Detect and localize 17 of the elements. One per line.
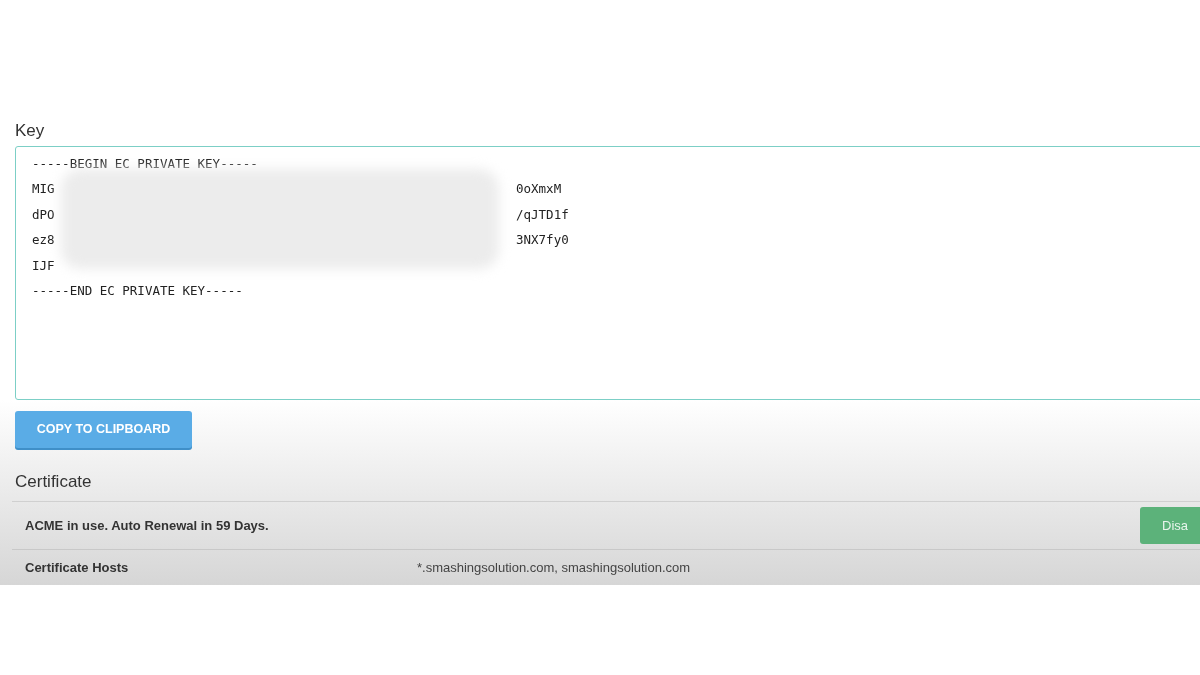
section-title: Certificate [15, 471, 93, 493]
key-text-line: dPO [32, 205, 56, 224]
copy-button[interactable]: COPY TO CLIPBOARD [15, 411, 192, 448]
disable-button[interactable]: Disa [1140, 507, 1200, 544]
key-text-line: -----END EC PRIVATE KEY----- [32, 282, 243, 300]
key-text-line: IJF [32, 256, 56, 275]
status-text: ACME in use. Auto Renewal in 59 Days. [25, 516, 269, 535]
key-text-line: -----BEGIN EC PRIVATE KEY----- [32, 155, 258, 173]
row-value: *.smashingsolution.com, smashingsolution.com [417, 558, 691, 577]
key-textarea[interactable]: -----BEGIN EC PRIVATE KEY----- MIG 0oXmxM dPO /qJTD1f ez8 3NX7fy0 IJF -----END EC PRIVATE KEY----- [15, 146, 1200, 400]
field-label: Key [15, 120, 46, 142]
key-text-line: ez8 [32, 231, 56, 249]
key-text-line: 0oXmxM [516, 180, 562, 198]
key-text-line: 3NX7fy0 [516, 231, 569, 249]
key-text-line: /qJTD1f [516, 205, 569, 224]
row-label: Certificate Hosts [25, 558, 130, 577]
key-text-line: MIG [32, 180, 56, 198]
